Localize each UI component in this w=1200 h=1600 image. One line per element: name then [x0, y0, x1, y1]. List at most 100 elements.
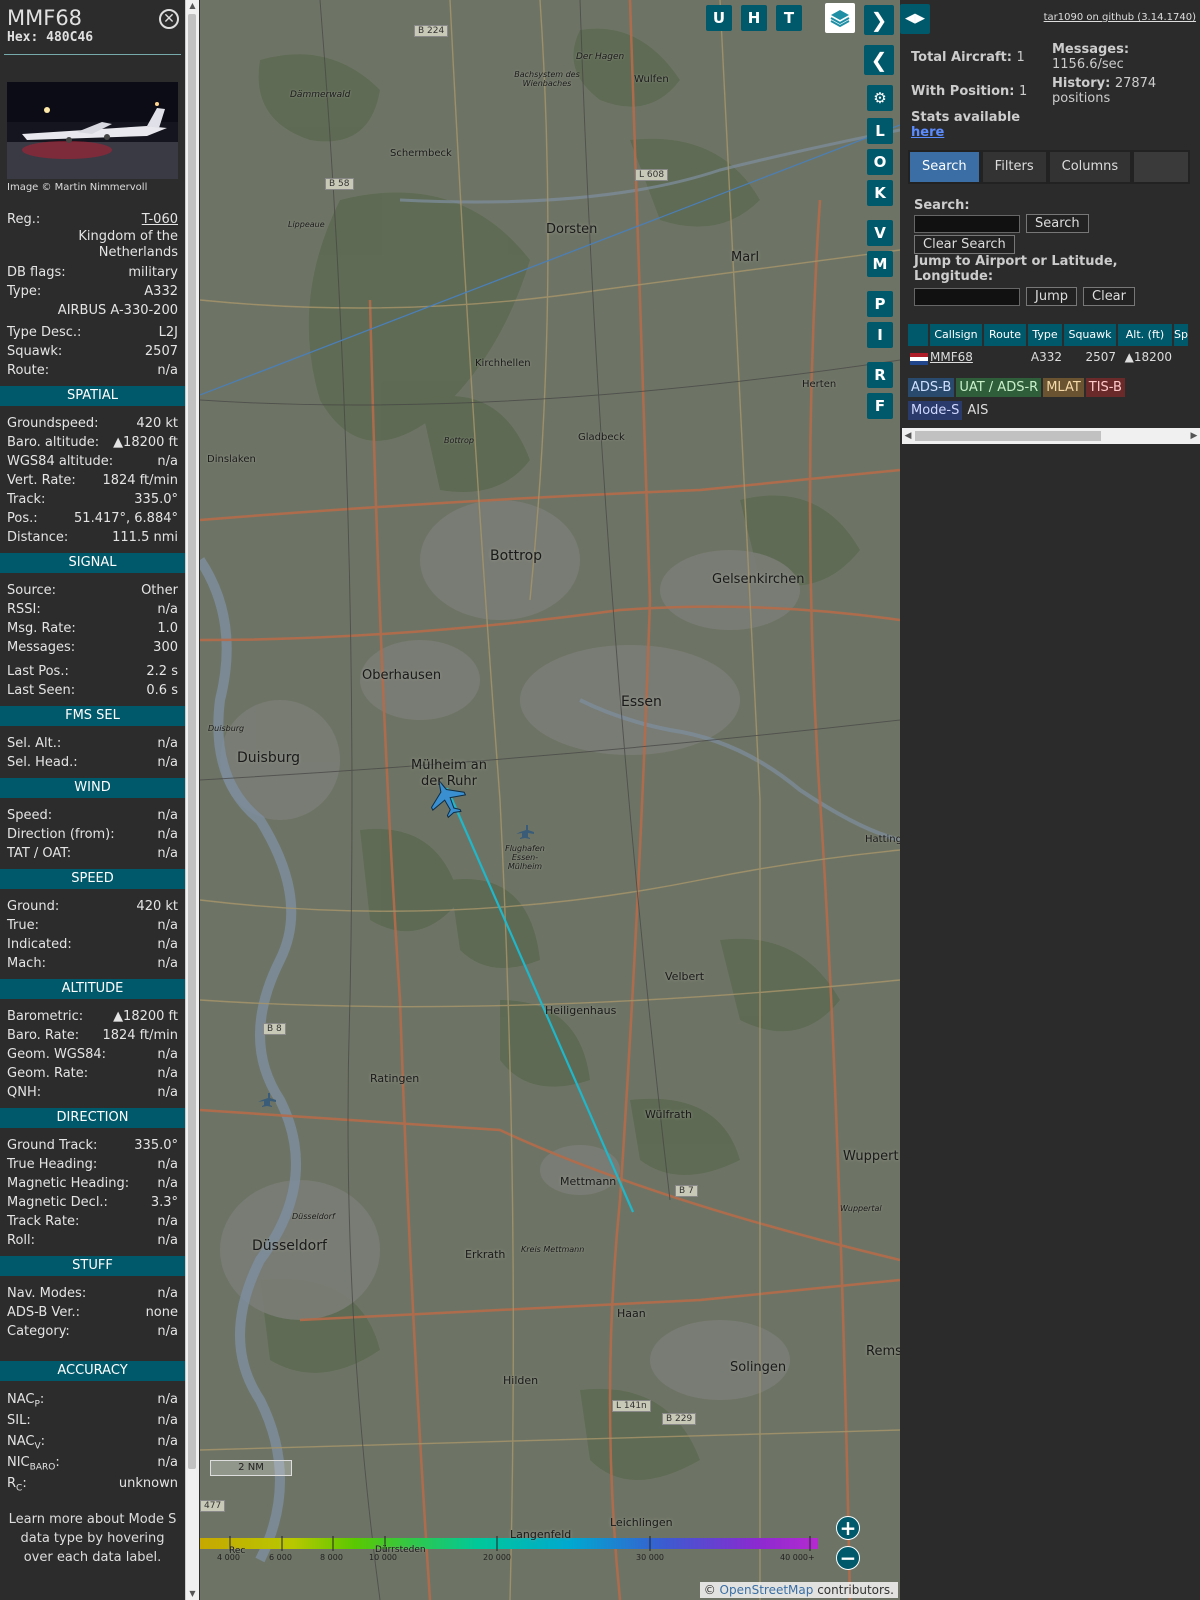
signal-label: Messages: — [7, 640, 76, 655]
search-input[interactable] — [914, 214, 1020, 233]
map-button-v[interactable]: V — [867, 220, 893, 246]
map-button-i[interactable]: I — [867, 322, 893, 348]
selected-hex: Hex: 480C46 — [7, 30, 94, 45]
column-altitude[interactable]: Alt. (ft) — [1118, 324, 1172, 346]
search-button[interactable]: Search — [1026, 214, 1089, 233]
map-label-hilden: Hilden — [503, 1374, 539, 1387]
tab-search[interactable]: Search — [910, 152, 979, 182]
tab-filters[interactable]: Filters — [982, 152, 1046, 182]
scroll-left-arrow-icon[interactable]: ◀ — [902, 428, 914, 444]
wind-row: Direction (from): n/a — [7, 825, 178, 844]
direction-row: Track Rate: n/a — [7, 1212, 178, 1231]
wind-row: Speed: n/a — [7, 806, 178, 825]
table-horizontal-scrollbar[interactable]: ◀ ▶ — [902, 428, 1200, 444]
column-squawk[interactable]: Squawk — [1064, 324, 1116, 346]
fms-value: n/a — [157, 755, 178, 770]
stuff-row: ADS-B Ver.: none — [7, 1303, 178, 1322]
map-label-marl: Marl — [731, 250, 760, 265]
table-row[interactable]: MMF68 A332 2507 ▲18200 — [908, 347, 1174, 367]
map-button-p[interactable]: P — [867, 291, 893, 317]
map-label-wuelfrath: Wülfrath — [645, 1108, 692, 1121]
map-button-h[interactable]: H — [741, 5, 767, 31]
map-button-t[interactable]: T — [776, 5, 802, 31]
jump-button[interactable]: Jump — [1026, 287, 1077, 306]
spatial-rows: Groundspeed: 420 kt Baro. altitude: ▲18200 … — [0, 414, 185, 547]
map-label-kreis-mettmann: Kreis Mettmann — [521, 1245, 585, 1254]
legend-badge-uat-ads-r[interactable]: UAT / ADS-R — [956, 378, 1042, 397]
callsign-cell[interactable]: MMF68 — [930, 347, 982, 367]
direction-row: Magnetic Heading: n/a — [7, 1174, 178, 1193]
scroll-up-arrow-icon[interactable]: ▲ — [186, 0, 199, 12]
collapse-left-button[interactable]: ❮ — [864, 45, 894, 75]
close-info-button[interactable]: ✕ — [159, 9, 179, 29]
alt-tick-8000: 8 000 — [320, 1553, 343, 1562]
spatial-row: Pos.: 51.417°, 6.884° — [7, 509, 178, 528]
clear-search-button[interactable]: Clear Search — [914, 235, 1015, 254]
stats-link[interactable]: here — [911, 125, 944, 140]
map-label-wuppertal: Wuppert — [843, 1149, 899, 1164]
column-type[interactable]: Type — [1028, 324, 1062, 346]
settings-button[interactable]: ⚙ — [867, 85, 893, 111]
nicbaro-base: NIC — [7, 1455, 30, 1470]
scroll-right-arrow-icon[interactable]: ▶ — [1188, 428, 1200, 444]
legend-badge-tis-b[interactable]: TIS-B — [1085, 378, 1125, 397]
map-button-m[interactable]: M — [867, 251, 893, 277]
spatial-row: Baro. altitude: ▲18200 ft — [7, 433, 178, 452]
map-tiles — [200, 0, 900, 1600]
map-label-der-hagen: Der Hagen — [576, 52, 625, 62]
tab-columns[interactable]: Columns — [1049, 152, 1131, 182]
attribution-suffix: contributors. — [813, 1583, 894, 1597]
map-button-f[interactable]: F — [867, 393, 893, 419]
map-button-r[interactable]: R — [867, 362, 893, 388]
rc-row: RC: unknown — [7, 1473, 178, 1494]
fms-row: Sel. Alt.: n/a — [7, 734, 178, 753]
signal-value: Other — [141, 583, 178, 598]
section-fms: FMS SEL — [0, 706, 185, 726]
nacv-colon: : — [40, 1434, 46, 1449]
github-version-link[interactable]: tar1090 on github (3.14.1740) — [1044, 12, 1196, 23]
nicbaro-value: n/a — [157, 1455, 178, 1470]
column-callsign[interactable]: Callsign — [930, 324, 982, 346]
legend-badge-ais[interactable]: AIS — [964, 401, 991, 420]
wind-label: Direction (from): — [7, 827, 115, 842]
map-label-mettmann: Mettmann — [560, 1175, 617, 1188]
type-name: AIRBUS A-330-200 — [57, 303, 178, 318]
registration-link[interactable]: T-060 — [142, 210, 178, 229]
road-b224: B 224 — [414, 25, 449, 37]
nicbaro-row: NICBARO: n/a — [7, 1452, 178, 1473]
map-label-remscheid: Rems — [866, 1344, 900, 1359]
aircraft-photo[interactable] — [7, 82, 178, 179]
column-speed[interactable]: Spd — [1174, 324, 1188, 346]
clear-jump-button[interactable]: Clear — [1083, 287, 1135, 306]
attribution-osm-link[interactable]: OpenStreetMap — [720, 1583, 814, 1597]
info-scrollbar[interactable]: ▲ ▼ — [185, 0, 199, 1600]
hscroll-thumb[interactable] — [915, 431, 1101, 441]
legend-badge-mlat[interactable]: MLAT — [1043, 378, 1084, 397]
search-row: Search — [914, 214, 1194, 233]
spatial-value: 335.0° — [134, 492, 178, 507]
map-button-u[interactable]: U — [706, 5, 732, 31]
signal-label: Last Pos.: — [7, 664, 69, 679]
map-button-o[interactable]: O — [867, 149, 893, 175]
scroll-down-arrow-icon[interactable]: ▼ — [186, 1588, 199, 1600]
zoom-in-button[interactable]: + — [836, 1516, 860, 1540]
spatial-row: Groundspeed: 420 kt — [7, 414, 178, 433]
jump-row: Jump Clear — [914, 287, 1194, 306]
history-label: History: — [1052, 76, 1111, 91]
legend-badge-ads-b[interactable]: ADS-B — [908, 378, 955, 397]
zoom-out-button[interactable]: − — [836, 1546, 860, 1570]
scrollbar-thumb[interactable] — [188, 14, 196, 1469]
map-button-k[interactable]: K — [867, 180, 893, 206]
column-route[interactable]: Route — [984, 324, 1026, 346]
legend-badge-mode-s[interactable]: Mode-S — [908, 401, 963, 420]
expand-right-button[interactable]: ❯ — [864, 5, 894, 35]
alt-tick-30000: 30 000 — [636, 1553, 664, 1562]
map-view[interactable]: Dorsten Marl Bottrop Gelsenkirchen Oberh… — [200, 0, 900, 1600]
layers-button[interactable] — [825, 3, 855, 33]
flag-column-header[interactable] — [908, 324, 928, 346]
toggle-sidebar-width-button[interactable]: ◀▶ — [900, 4, 930, 34]
map-button-l[interactable]: L — [867, 118, 893, 144]
fms-rows: Sel. Alt.: n/a Sel. Head.: n/a — [0, 734, 185, 772]
stuff-rows: Nav. Modes: n/a ADS-B Ver.: none Category: n/… — [0, 1284, 185, 1341]
jump-input[interactable] — [914, 287, 1020, 306]
